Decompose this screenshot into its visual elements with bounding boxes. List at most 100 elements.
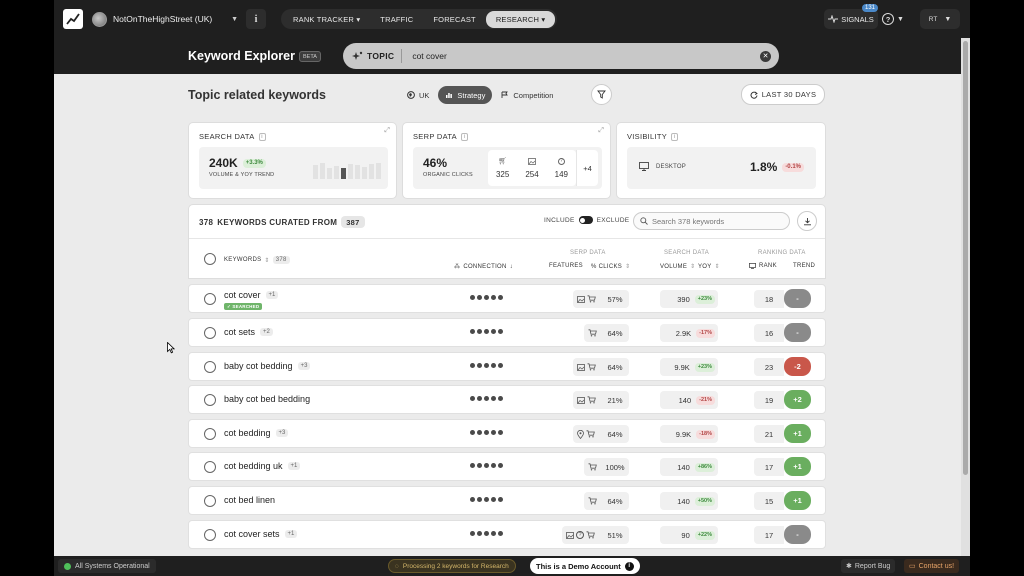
volume-cell: 140 -21% — [660, 391, 718, 409]
help-button[interactable]: ? ▼ — [882, 9, 912, 29]
yoy-badge: -21% — [696, 395, 715, 405]
volume-cell: 90 +22% — [660, 526, 718, 544]
col-rank[interactable]: RANK — [749, 263, 777, 269]
site-selector[interactable]: NotOnTheHighStreet (UK) ▼ — [92, 9, 238, 29]
table-row[interactable]: cot cover +1 ✓ SEARCHED 57% 390 +23% 18 … — [188, 284, 826, 313]
visibility-panel: DESKTOP 1.8% -0.1% — [627, 147, 816, 189]
segment-competition[interactable]: Competition — [494, 86, 560, 104]
row-select-radio[interactable] — [204, 293, 216, 305]
more-features-button[interactable]: +4 — [576, 150, 598, 186]
question-icon: ? — [557, 157, 565, 165]
volume-cell: 9.9K -18% — [660, 425, 718, 443]
filter-button[interactable] — [591, 84, 612, 105]
col-label: VOLUME — [660, 263, 688, 270]
info-icon[interactable]: i — [246, 9, 266, 29]
col-volume[interactable]: VOLUME ⇕ — [660, 263, 696, 271]
table-row[interactable]: cot bedding uk +1 100% 140 +86% 17 +1 — [188, 452, 826, 481]
table-row[interactable]: cot bedding +3 64% 9.9K -18% 21 +1 — [188, 419, 826, 448]
row-select-radio[interactable] — [204, 428, 216, 440]
demo-account-badge[interactable]: This is a Demo Account i — [530, 558, 640, 574]
row-select-radio[interactable] — [204, 327, 216, 339]
app-logo[interactable] — [63, 9, 83, 29]
close-icon[interactable]: ✕ — [760, 50, 771, 62]
scrollbar-thumb[interactable] — [963, 41, 968, 475]
table-row[interactable]: baby cot bed bedding 21% 140 -21% 19 +2 — [188, 385, 826, 414]
info-icon[interactable]: i — [258, 132, 266, 141]
date-range-button[interactable]: LAST 30 DAYS — [741, 84, 825, 105]
keyword-cell[interactable]: cot bed linen — [224, 495, 275, 505]
date-range-label: LAST 30 DAYS — [761, 90, 817, 99]
segment-uk[interactable]: UK — [400, 86, 436, 104]
segment-strategy[interactable]: Strategy — [438, 86, 493, 104]
volume-value: 140 — [678, 395, 692, 405]
question-icon: ? — [882, 13, 894, 25]
toggle-switch[interactable] — [578, 216, 593, 224]
cart-icon — [588, 463, 597, 471]
curated-total: 387 — [341, 216, 365, 228]
yoy-badge: +86% — [694, 462, 715, 472]
col-clicks[interactable]: % CLICKS ⇕ — [591, 263, 630, 271]
col-yoy[interactable]: YOY ⇕ — [698, 263, 720, 271]
table-row[interactable]: cot cover sets +1 ? 51% 90 +22% 17 - — [188, 520, 826, 549]
info-icon[interactable]: i — [460, 132, 468, 141]
volume-cell: 2.9K -17% — [660, 324, 718, 342]
keyword-cell[interactable]: cot bedding uk +1 — [224, 461, 301, 471]
variants-count: +3 — [297, 362, 311, 370]
page-scrollbar[interactable] — [961, 38, 970, 556]
row-select-radio[interactable] — [204, 461, 216, 473]
page-title: Keyword Explorer — [188, 49, 295, 63]
row-select-radio[interactable] — [204, 495, 216, 507]
tab-forecast[interactable]: FORECAST — [423, 11, 485, 28]
tab-research[interactable]: RESEARCH ▾ — [485, 10, 556, 28]
image-icon — [566, 531, 574, 539]
keyword-cell[interactable]: cot bedding +3 — [224, 428, 289, 438]
keyword-cell[interactable]: cot cover sets +1 — [224, 529, 298, 539]
topic-mode-selector[interactable]: TOPIC — [343, 51, 394, 61]
expand-icon[interactable]: ⤢ — [384, 127, 390, 135]
user-menu[interactable]: RT ▼ — [920, 9, 960, 29]
bug-icon: ✱ — [846, 563, 852, 570]
keyword-cell[interactable]: cot sets +2 — [224, 327, 273, 337]
col-features[interactable]: FEATURES — [549, 263, 583, 269]
report-bug-button[interactable]: ✱ Report Bug — [841, 559, 896, 573]
expand-icon[interactable]: ⤢ — [598, 127, 604, 135]
select-all-radio[interactable] — [204, 253, 216, 265]
col-trend[interactable]: TREND — [793, 263, 815, 269]
keyword-text: cot sets — [224, 327, 256, 337]
site-name: NotOnTheHighStreet (UK) — [113, 14, 213, 24]
row-select-radio[interactable] — [204, 361, 216, 373]
keyword-search-input[interactable] — [652, 216, 782, 226]
sort-icon: ⇕ — [690, 264, 696, 270]
pulse-icon — [828, 15, 839, 23]
info-icon[interactable]: i — [671, 132, 679, 141]
tab-rank-tracker[interactable]: RANK TRACKER ▾ — [283, 11, 370, 28]
contact-button[interactable]: ▭ Contact us! — [904, 559, 960, 573]
table-row[interactable]: baby cot bedding +3 64% 9.9K +23% 23 -2 — [188, 352, 826, 381]
topic-search-bar: TOPIC ✕ — [343, 43, 779, 69]
yoy-badge: +23% — [694, 362, 715, 372]
keyword-cell[interactable]: cot cover +1 — [224, 290, 279, 300]
table-row[interactable]: cot bed linen 64% 140 +50% 15 +1 — [188, 486, 826, 515]
trend-badge: +2 — [784, 390, 811, 409]
keyword-cell[interactable]: baby cot bed bedding — [224, 394, 310, 404]
segment-label: UK — [419, 90, 430, 100]
download-button[interactable] — [797, 211, 817, 231]
signals-button[interactable]: SIGNALS — [824, 9, 878, 29]
explorer-header: Keyword Explorer BETA TOPIC ✕ — [54, 38, 970, 74]
row-select-radio[interactable] — [204, 394, 216, 406]
keyword-cell[interactable]: baby cot bedding +3 — [224, 361, 311, 371]
cart-icon — [588, 329, 597, 337]
topic-input[interactable] — [412, 51, 760, 61]
question-icon: ? — [576, 531, 584, 539]
keyword-search — [633, 212, 790, 230]
tab-traffic[interactable]: TRAFFIC — [370, 11, 423, 28]
system-status[interactable]: All Systems Operational — [58, 559, 156, 573]
user-initials: RT — [928, 15, 938, 23]
include-exclude-toggle[interactable]: INCLUDE EXCLUDE — [544, 216, 629, 224]
volume-change-badge: +3.3% — [242, 158, 266, 168]
connection-dots — [470, 463, 503, 468]
col-keywords[interactable]: KEYWORDS ⇕ 378 — [224, 256, 290, 264]
row-select-radio[interactable] — [204, 529, 216, 541]
table-row[interactable]: cot sets +2 64% 2.9K -17% 16 - — [188, 318, 826, 347]
col-connection[interactable]: ⁂ CONNECTION ↓ — [454, 263, 513, 271]
